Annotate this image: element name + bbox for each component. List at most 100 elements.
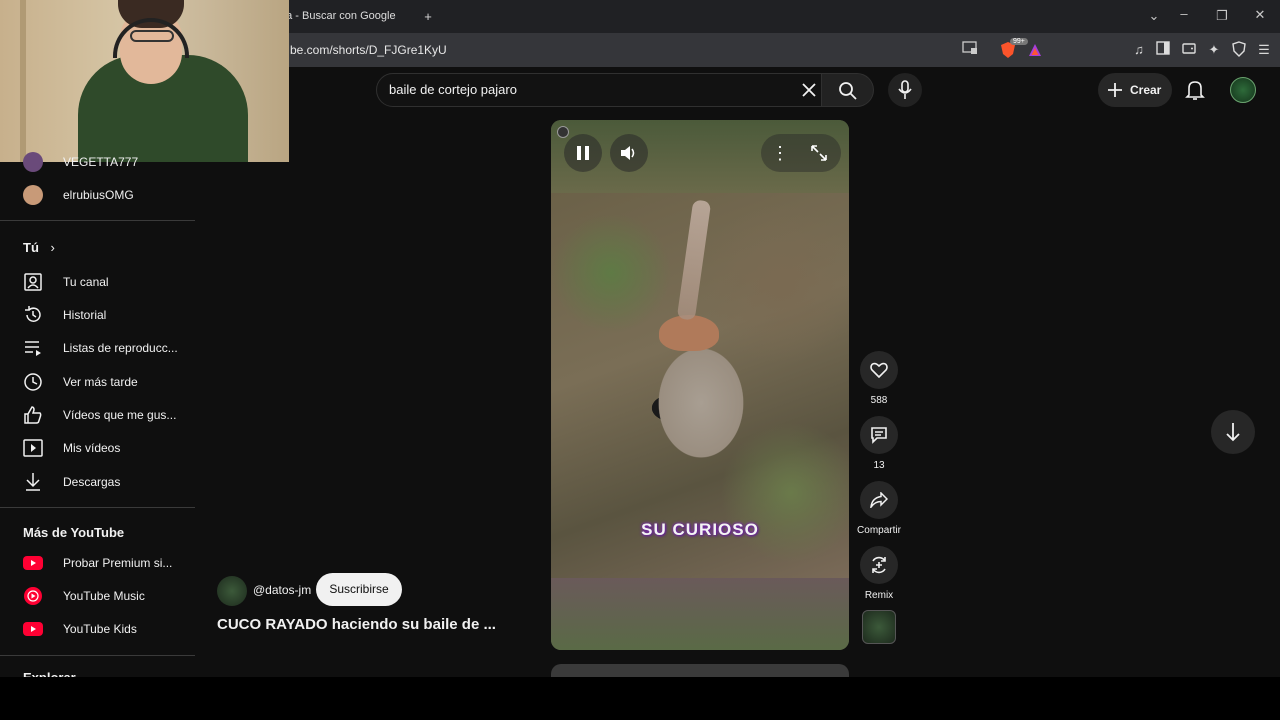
voice-search-button[interactable] (888, 73, 922, 107)
subscription-item[interactable]: VEGETTA777 (0, 145, 195, 178)
clear-search-icon[interactable] (800, 81, 818, 99)
sidebar-item-videos-gustan[interactable]: Vídeos que me gus... (0, 398, 195, 431)
share-arrow-icon (870, 492, 888, 508)
chevron-right-icon: › (50, 240, 55, 255)
pause-icon (577, 146, 589, 160)
sidebar-item-label: Listas de reproducc... (63, 340, 178, 355)
tab-list-chevron-icon[interactable]: ⌄ (1144, 8, 1164, 24)
subscription-label: VEGETTA777 (63, 154, 139, 169)
notifications-icon[interactable] (1185, 79, 1205, 101)
sidebar-item-historial[interactable]: Historial (0, 298, 195, 331)
video-blur-bottom (551, 578, 849, 650)
sidebar-item-tu-canal[interactable]: Tu canal (0, 265, 195, 298)
sidebar-item-label: YouTube Music (63, 588, 145, 603)
playlist-icon (23, 338, 43, 358)
plus-icon (1108, 83, 1122, 97)
more-options-icon[interactable]: ⋮ (771, 142, 789, 164)
bird-head (659, 315, 719, 351)
subscribe-button[interactable]: Suscribirse (316, 573, 402, 606)
channel-avatar (23, 184, 43, 205)
music-note-icon[interactable]: ♫ (1130, 41, 1148, 59)
comment-count: 13 (873, 460, 885, 471)
arrow-down-icon (1226, 423, 1240, 442)
sidebar-item-label: Probar Premium si... (63, 555, 173, 570)
like-button[interactable] (860, 351, 898, 389)
sidebar-item-listas[interactable]: Listas de reproducc... (0, 331, 195, 364)
sidebar-divider (0, 655, 195, 656)
rewards-icon[interactable] (1028, 43, 1042, 57)
sidebar-item-label: Vídeos que me gus... (63, 407, 177, 422)
sidebar-divider (0, 220, 195, 221)
sidebar-item-kids[interactable]: YouTube Kids (0, 612, 195, 645)
sidebar-item-label: Ver más tarde (63, 374, 138, 389)
search-button[interactable] (822, 73, 874, 107)
microphone-icon (898, 80, 912, 99)
sidebar-toggle-icon[interactable] (1154, 41, 1172, 59)
search-icon (839, 82, 857, 100)
remix-button[interactable] (860, 546, 898, 584)
url-text[interactable]: be.com/shorts/D_FJGre1KyU (290, 33, 447, 67)
browser-tab[interactable]: da - Buscar con Google (280, 0, 440, 33)
video-caption: SU CURIOSO (641, 520, 759, 539)
channel-avatar (23, 151, 43, 172)
bottom-black-bar (0, 677, 1280, 720)
sidebar-item-label: YouTube Kids (63, 621, 137, 636)
close-window-icon[interactable]: ✕ (1250, 7, 1270, 23)
comments-button[interactable] (860, 416, 898, 454)
share-button[interactable] (860, 481, 898, 519)
volume-button[interactable] (610, 134, 648, 172)
channel-handle[interactable]: @datos-jm (253, 583, 311, 597)
comment-icon (871, 427, 887, 444)
youtube-kids-icon (23, 619, 43, 639)
clock-icon (23, 372, 43, 392)
subscription-item[interactable]: elrubiusOMG (0, 178, 195, 211)
you-heading[interactable]: Tú › (23, 240, 55, 255)
volume-icon (621, 146, 635, 160)
channel-watermark (557, 126, 569, 138)
next-short-button[interactable] (1211, 410, 1255, 454)
video-icon (23, 438, 43, 458)
wallet-icon[interactable] (1180, 41, 1198, 59)
remix-icon (872, 556, 886, 574)
channel-avatar[interactable] (217, 576, 247, 606)
share-label: Compartir (857, 525, 901, 536)
search-input[interactable]: baile de cortejo pajaro (389, 73, 517, 107)
sidebar-item-descargas[interactable]: Descargas (0, 465, 195, 498)
more-youtube-heading: Más de YouTube (23, 525, 125, 540)
sidebar-item-label: Descargas (63, 474, 121, 489)
new-tab-icon[interactable]: + (419, 8, 437, 26)
sidebar-item-label: Tu canal (63, 274, 109, 289)
account-avatar[interactable] (1230, 77, 1256, 103)
webcam-overlay (0, 0, 289, 162)
short-title[interactable]: CUCO RAYADO haciendo su baile de ... (217, 616, 496, 633)
sidebar-item-premium[interactable]: Probar Premium si... (0, 546, 195, 579)
sidebar-item-label: Mis vídeos (63, 440, 121, 455)
thumb-up-icon (23, 405, 43, 425)
next-short-preview[interactable] (551, 664, 849, 677)
like-count: 588 (870, 395, 888, 406)
menu-icon[interactable]: ☰ (1255, 41, 1273, 59)
short-video-player[interactable]: SU CURIOSO ⋮ (551, 120, 849, 650)
sidebar-item-label: Historial (63, 307, 107, 322)
youtube-premium-icon (23, 553, 43, 573)
create-button[interactable]: Crear (1098, 73, 1172, 107)
fullscreen-icon[interactable] (810, 144, 828, 162)
history-icon (23, 305, 43, 325)
restore-icon[interactable]: ❐ (1212, 8, 1232, 24)
account-box-icon (23, 272, 43, 292)
audio-source-thumbnail[interactable] (862, 610, 896, 644)
leo-ai-icon[interactable]: ✦ (1205, 41, 1223, 59)
sidebar-item-ver-mas-tarde[interactable]: Ver más tarde (0, 365, 195, 398)
heart-icon (870, 362, 888, 378)
youtube-music-icon (23, 586, 43, 606)
sidebar-item-mis-videos[interactable]: Mis vídeos (0, 431, 195, 464)
remix-label: Remix (864, 590, 894, 601)
you-heading-label: Tú (23, 240, 39, 255)
explore-heading-cut: Explorar (23, 670, 76, 677)
cast-icon[interactable] (961, 41, 979, 59)
vpn-shield-icon[interactable] (1230, 41, 1248, 59)
pause-button[interactable] (564, 134, 602, 172)
create-label: Crear (1130, 83, 1162, 97)
minimize-icon[interactable]: – (1174, 6, 1194, 21)
sidebar-item-music[interactable]: YouTube Music (0, 579, 195, 612)
